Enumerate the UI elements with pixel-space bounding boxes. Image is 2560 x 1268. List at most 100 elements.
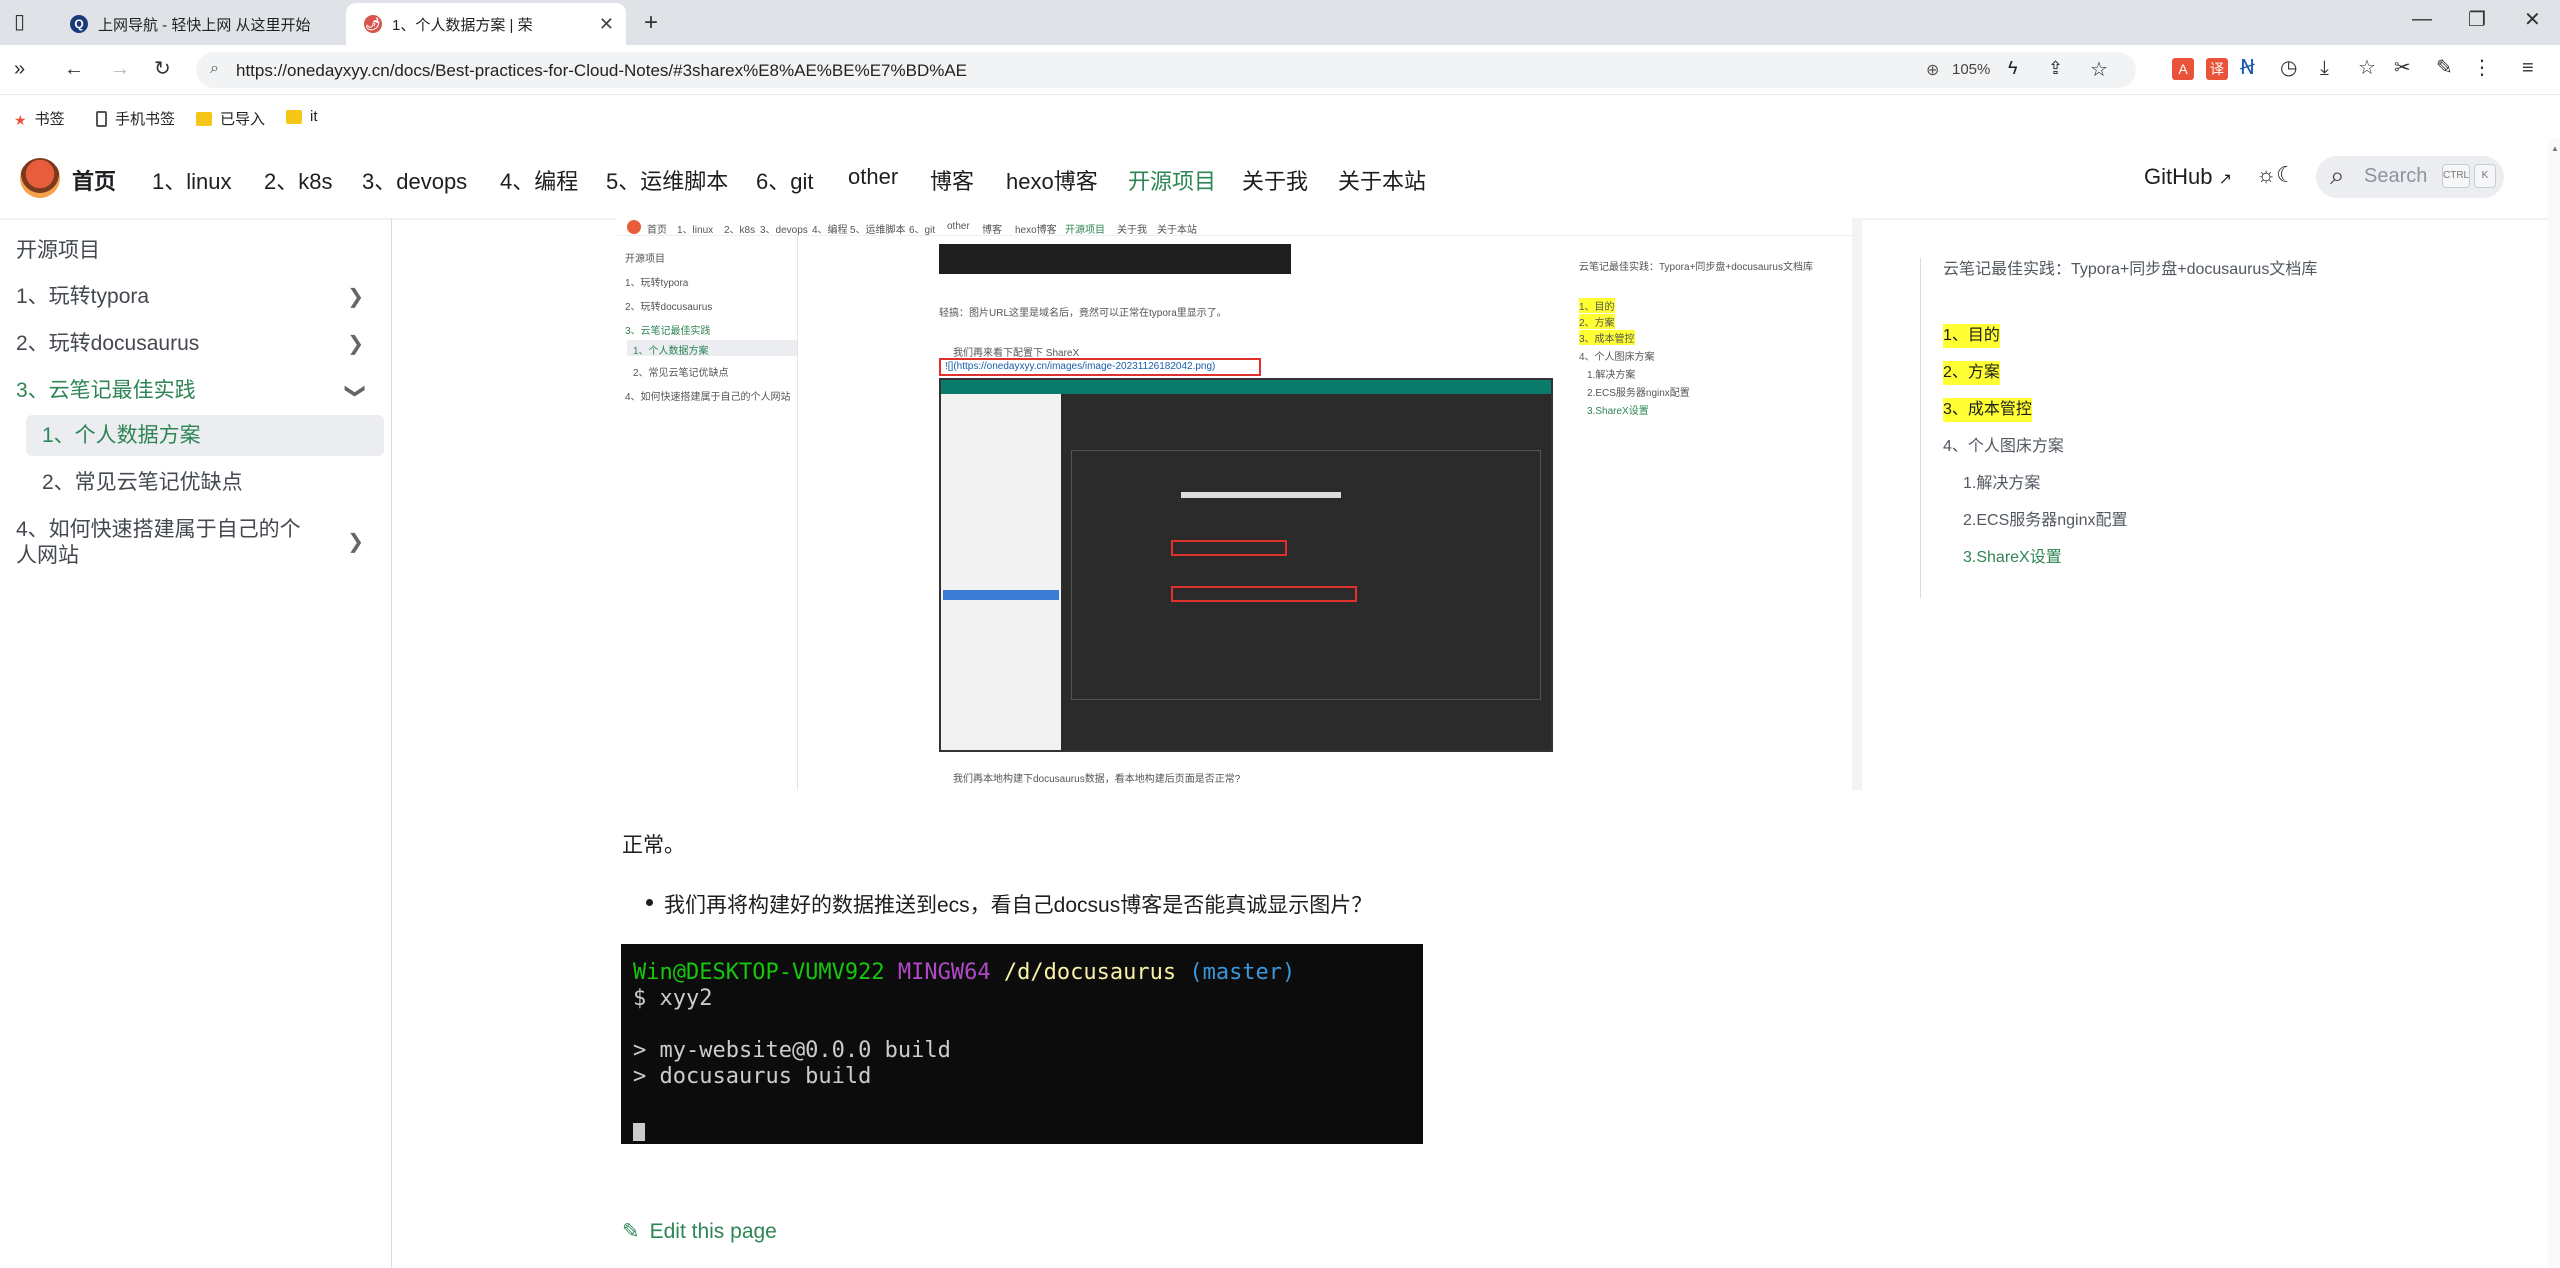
zoom-level[interactable]: 105% [1952, 61, 1990, 78]
url-field[interactable]: ⌕ https://onedayxyy.cn/docs/Best-practic… [196, 52, 2136, 88]
sidebar-item-cloud-pros-cons[interactable]: 2、常见云笔记优缺点 [42, 470, 372, 496]
mini-nav-item: 2、k8s [724, 225, 756, 236]
back-icon[interactable]: ← [64, 59, 84, 79]
toc-item-plan[interactable]: 2、方案 [1943, 361, 2000, 385]
bookmark-item[interactable]: 已导入 [196, 108, 265, 129]
nav-link-opensource[interactable]: 开源项目 [1128, 164, 1216, 196]
sidebar-toggle-icon[interactable]: ▯ [14, 12, 25, 32]
sharex-panel [1071, 450, 1541, 700]
close-window-icon[interactable]: ✕ [2524, 10, 2541, 30]
bookmark-item[interactable]: it [286, 108, 318, 125]
theme-toggle-icon[interactable]: ☼☾ [2256, 162, 2296, 188]
nav-link-scripts[interactable]: 5、运维脚本 [606, 164, 728, 196]
doc-content: 首页 1、linux 2、k8s 3、devops 4、编程 5、运维脚本 6、… [392, 218, 1922, 1268]
folder-icon [286, 109, 302, 124]
pen-icon[interactable]: ✎ [2436, 58, 2453, 78]
toc-item-goal[interactable]: 1、目的 [1943, 324, 2000, 348]
mini-toc-item: 1.解决方案 [1587, 370, 1636, 381]
mini-dark-strip [939, 244, 1291, 274]
nav-link-git[interactable]: 6、git [756, 164, 813, 196]
chevron-right-icon[interactable]: ❯ [347, 284, 364, 310]
terminal-cursor [633, 1123, 645, 1141]
toc-item-nginx[interactable]: 2.ECS服务器nginx配置 [1963, 509, 2128, 533]
sidebar-menu-icon[interactable]: ≡ [2522, 58, 2534, 78]
sidebar-item-label: 4、如何快速搭建属于自己的个人网站 [16, 518, 301, 567]
nav-link-hexo[interactable]: hexo博客 [1006, 164, 1098, 196]
sidebar-item-cloud-notes[interactable]: 3、云笔记最佳实践 ❯ [16, 378, 384, 404]
nav-link-blog[interactable]: 博客 [930, 164, 974, 196]
menu-dots-icon[interactable]: ⋮ [2472, 58, 2492, 78]
sharex-password [1181, 492, 1341, 498]
toc-item-cost[interactable]: 3、成本管控 [1943, 398, 2032, 422]
terminal-path: /d/docusaurus [1003, 960, 1177, 985]
bookmark-label: it [310, 108, 318, 125]
tab-title: 上网导航 - 轻快上网 从这里开始 [98, 16, 311, 34]
translate-extension-icon[interactable]: 译 [2206, 58, 2228, 80]
kbd-ctrl: CTRL [2442, 164, 2470, 188]
chevron-down-icon[interactable]: ❯ [343, 383, 369, 400]
mini-sidebar-item: 开源项目 [625, 254, 665, 265]
bookmark-label: 已导入 [220, 111, 266, 128]
scroll-up-icon[interactable]: ▲ [2551, 144, 2559, 153]
github-link[interactable]: GitHub ↗ [2144, 164, 2232, 190]
close-tab-icon[interactable]: ✕ [599, 14, 614, 35]
nav-link-k8s[interactable]: 2、k8s [264, 164, 332, 196]
forward-history-icon[interactable]: » [14, 59, 25, 79]
site-logo[interactable] [20, 158, 60, 198]
nav-home[interactable]: 首页 [72, 164, 116, 196]
scissors-icon[interactable]: ✂ [2394, 58, 2411, 78]
terminal-branch: (master) [1189, 960, 1296, 985]
toc-item-sharex[interactable]: 3.ShareX设置 [1963, 546, 2062, 570]
sidebar-item-label: 2、玩转docusaurus [16, 332, 200, 355]
mini-bottom-text: 我们再本地构建下docusaurus数据，看本地构建后页面是否正常? [953, 774, 1241, 785]
n-extension-icon[interactable]: Ꞥ [2240, 58, 2255, 78]
reload-icon[interactable]: ↻ [154, 59, 171, 79]
sidebar-category[interactable]: 开源项目 [16, 238, 384, 264]
forward-icon[interactable]: → [110, 59, 130, 79]
sidebar-item-personal-site[interactable]: 4、如何快速搭建属于自己的个人网站 ❯ [16, 517, 364, 569]
bookmark-item[interactable]: ★ 书签 [14, 108, 65, 129]
sidebar-item-typora[interactable]: 1、玩转typora ❯ [16, 284, 384, 310]
edit-page-link[interactable]: ✎ Edit this page [622, 1219, 777, 1244]
nav-link-other[interactable]: other [848, 164, 898, 190]
zoom-icon: ⊕ [1926, 62, 1940, 79]
toc-item-image-hosting[interactable]: 4、个人图床方案 [1943, 435, 2064, 459]
mini-nav-item: 博客 [982, 225, 1002, 236]
history-icon[interactable]: ◷ [2280, 58, 2297, 78]
terminal-user: Win@DESKTOP-VUMV922 [633, 960, 885, 985]
toc-item-solution[interactable]: 1.解决方案 [1963, 472, 2040, 496]
mini-nav-item: other [947, 221, 970, 232]
sharex-selected-node [943, 590, 1059, 600]
nav-link-programming[interactable]: 4、编程 [500, 164, 578, 196]
lightning-icon[interactable]: ϟ [2008, 58, 2018, 79]
pdf-extension-icon[interactable]: A [2172, 58, 2194, 80]
toc-item-title[interactable]: 云笔记最佳实践：Typora+同步盘+docusaurus文档库 [1943, 258, 2323, 282]
share-icon[interactable]: ⇪ [2048, 58, 2063, 79]
list-item: 我们再将构建好的数据推送到ecs，看自己docsus博客是否能真诚显示图片？ [645, 889, 1372, 919]
nav-link-about-me[interactable]: 关于我 [1242, 164, 1308, 196]
mini-toc-item: 1、目的 [1579, 298, 1615, 313]
mini-caption: 轻搞：图片URL这里是域名后，竟然可以正常在typora里显示了。 [939, 308, 1227, 319]
nav-link-linux[interactable]: 1、linux [152, 164, 231, 196]
favorite-star-icon[interactable]: ☆ [2090, 57, 2108, 82]
minimize-icon[interactable]: — [2412, 9, 2432, 29]
page-scrollbar[interactable]: ▲ [2548, 138, 2560, 1268]
collections-icon[interactable]: ☆ [2358, 58, 2376, 78]
restore-icon[interactable]: ❐ [2468, 10, 2486, 30]
tab-active-page[interactable]: 🌶 1、个人数据方案 | 荣 ✕ [346, 3, 626, 45]
sharex-titlebar [941, 380, 1551, 394]
chevron-right-icon[interactable]: ❯ [347, 331, 364, 357]
sidebar-item-personal-data[interactable]: 1、个人数据方案 [42, 423, 372, 449]
search-button[interactable]: ⌕ Search CTRL K [2316, 156, 2504, 198]
sidebar-item-docusaurus[interactable]: 2、玩转docusaurus ❯ [16, 331, 384, 357]
sidebar-item-label: 1、玩转typora [16, 285, 150, 308]
download-icon[interactable]: ⤓ [2320, 58, 2329, 78]
new-tab-icon[interactable]: + [644, 11, 658, 35]
github-label: GitHub [2144, 164, 2213, 189]
tab-navigation[interactable]: Q 上网导航 - 轻快上网 从这里开始 [52, 3, 342, 45]
chevron-right-icon[interactable]: ❯ [347, 529, 364, 555]
bookmark-item[interactable]: 手机书签 [96, 108, 175, 129]
nav-link-devops[interactable]: 3、devops [362, 164, 467, 196]
nav-link-about-site[interactable]: 关于本站 [1338, 164, 1426, 196]
mini-nav-item: 1、linux [677, 225, 714, 236]
